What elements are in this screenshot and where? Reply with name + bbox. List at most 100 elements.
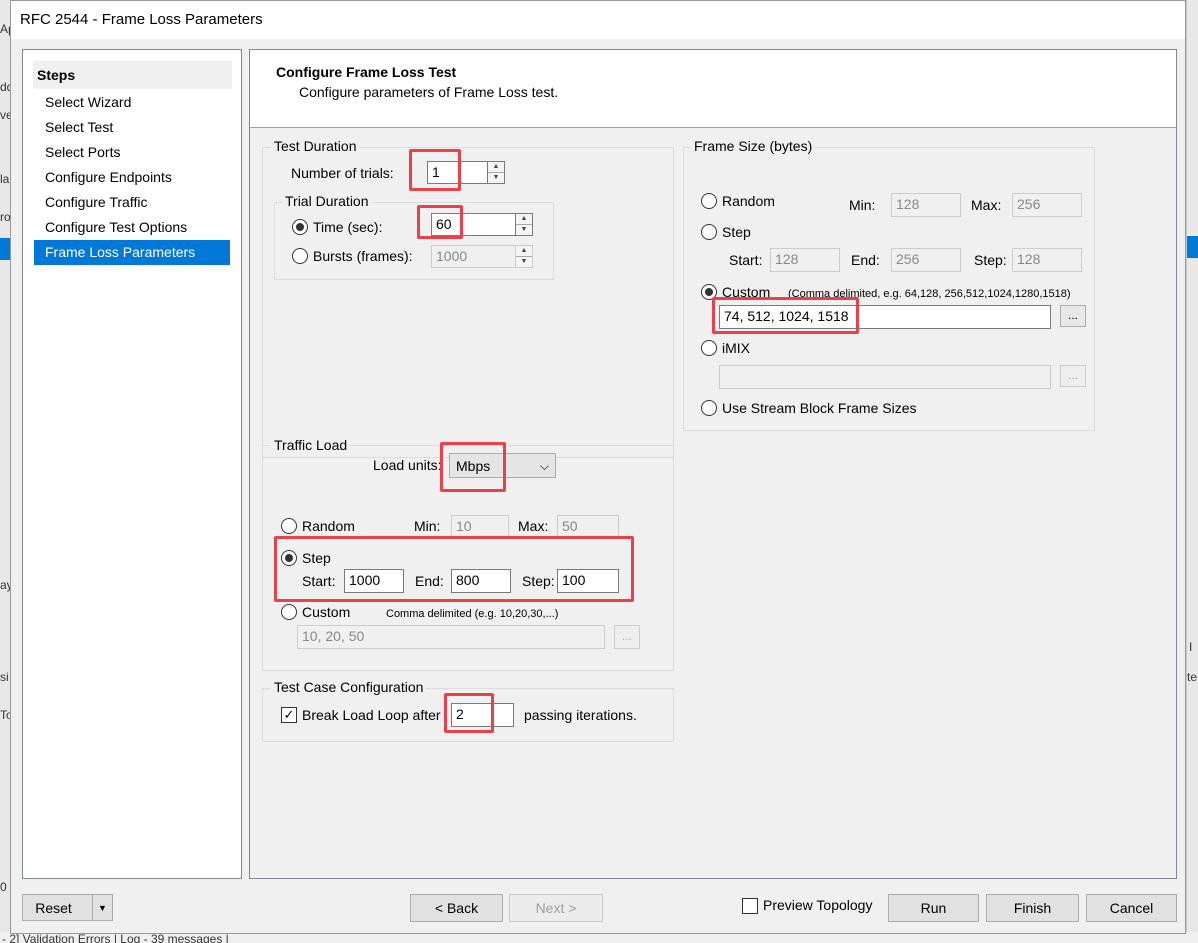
tl-random-label[interactable]: Random bbox=[302, 517, 355, 535]
units-value: Mbps bbox=[456, 458, 491, 474]
tl-step-radio[interactable] bbox=[281, 550, 297, 566]
bursts-input[interactable]: 1000 bbox=[431, 245, 519, 268]
tl-step-label[interactable]: Step bbox=[302, 549, 331, 567]
step-item[interactable]: Configure Endpoints bbox=[34, 165, 230, 190]
fs-stream-radio[interactable] bbox=[701, 400, 717, 416]
bursts-spinner[interactable]: ▲ ▼ bbox=[515, 245, 533, 268]
preview-topology-label[interactable]: Preview Topology bbox=[763, 896, 872, 914]
frame-size-label: Frame Size (bytes) bbox=[691, 138, 816, 154]
chevron-down-icon: ⌵ bbox=[539, 459, 549, 473]
fs-max-input[interactable]: 256 bbox=[1012, 193, 1082, 217]
tl-min-label: Min: bbox=[414, 518, 441, 534]
time-spinner[interactable]: ▲ ▼ bbox=[515, 213, 533, 236]
fs-custom-radio[interactable] bbox=[701, 284, 717, 300]
spin-down-icon[interactable]: ▼ bbox=[488, 173, 504, 184]
back-button[interactable]: < Back bbox=[410, 894, 503, 922]
spin-down-icon[interactable]: ▼ bbox=[516, 225, 532, 236]
trials-input[interactable]: 1 bbox=[427, 161, 489, 184]
preview-topology-checkbox[interactable] bbox=[742, 898, 758, 914]
step-item[interactable]: Select Ports bbox=[34, 140, 230, 165]
fs-start-input[interactable]: 128 bbox=[770, 248, 840, 272]
title-bar[interactable]: RFC 2544 - Frame Loss Parameters bbox=[11, 1, 1185, 39]
dialog-window: RFC 2544 - Frame Loss Parameters Steps S… bbox=[10, 0, 1186, 934]
steps-heading: Steps bbox=[33, 61, 232, 89]
fs-end-input[interactable]: 256 bbox=[891, 248, 961, 272]
reset-button[interactable]: Reset bbox=[22, 894, 92, 921]
fs-random-radio[interactable] bbox=[701, 193, 717, 209]
tl-max-label: Max: bbox=[518, 518, 549, 534]
window-title: RFC 2544 - Frame Loss Parameters bbox=[20, 11, 263, 28]
spin-up-icon[interactable]: ▲ bbox=[516, 214, 532, 225]
time-radio[interactable] bbox=[292, 219, 308, 235]
fs-imix-input[interactable] bbox=[719, 365, 1051, 389]
cancel-button[interactable]: Cancel bbox=[1086, 894, 1177, 922]
units-select[interactable]: Mbps ⌵ bbox=[449, 453, 556, 478]
reset-dropdown-button[interactable]: ▼ bbox=[92, 894, 113, 921]
back-label: < Back bbox=[434, 900, 479, 916]
tl-custom-radio[interactable] bbox=[281, 604, 297, 620]
break-loop-checkbox[interactable]: ✓ bbox=[281, 707, 297, 723]
fs-custom-hint: (Comma delimited, e.g. 64,128, 256,512,1… bbox=[788, 288, 1071, 300]
fs-imix-radio[interactable] bbox=[701, 340, 717, 356]
run-label: Run bbox=[920, 900, 947, 916]
tl-custom-browse-button[interactable]: ... bbox=[614, 625, 640, 649]
run-button[interactable]: Run bbox=[888, 894, 979, 922]
cancel-label: Cancel bbox=[1109, 900, 1154, 916]
step-item[interactable]: Configure Test Options bbox=[34, 215, 230, 240]
tl-custom-hint: Comma delimited (e.g. 10,20,30,...) bbox=[386, 608, 559, 620]
next-button[interactable]: Next > bbox=[509, 894, 603, 922]
spin-up-icon[interactable]: ▲ bbox=[488, 162, 504, 173]
fs-stepsize-input[interactable]: 128 bbox=[1012, 248, 1082, 272]
fs-step-label[interactable]: Step bbox=[722, 223, 751, 241]
spin-down-icon[interactable]: ▼ bbox=[516, 257, 532, 268]
step-item[interactable]: Select Wizard bbox=[34, 90, 230, 115]
trials-label: Number of trials: bbox=[291, 165, 394, 181]
test-case-label: Test Case Configuration bbox=[271, 679, 427, 695]
fs-custom-label[interactable]: Custom bbox=[722, 283, 770, 301]
bg-frag: 0 bbox=[0, 880, 7, 894]
tl-stepsize-label: Step: bbox=[522, 573, 555, 589]
finish-label: Finish bbox=[1013, 900, 1052, 916]
time-label[interactable]: Time (sec): bbox=[313, 218, 382, 236]
bg-frag: la bbox=[0, 172, 10, 186]
finish-button[interactable]: Finish bbox=[986, 894, 1079, 922]
fs-imix-label[interactable]: iMIX bbox=[722, 339, 750, 357]
bursts-label[interactable]: Bursts (frames): bbox=[313, 247, 413, 265]
spin-up-icon[interactable]: ▲ bbox=[516, 246, 532, 257]
test-duration-label: Test Duration bbox=[271, 138, 360, 154]
page-title: Configure Frame Loss Test bbox=[276, 64, 457, 80]
break-loop-label[interactable]: Break Load Loop after bbox=[302, 706, 441, 724]
fs-stream-label[interactable]: Use Stream Block Frame Sizes bbox=[722, 399, 917, 417]
trials-spinner[interactable]: ▲ ▼ bbox=[487, 161, 505, 184]
fs-min-input[interactable]: 128 bbox=[891, 193, 961, 217]
bg-frag: si bbox=[0, 670, 9, 684]
tl-random-radio[interactable] bbox=[281, 518, 297, 534]
bursts-radio[interactable] bbox=[292, 248, 308, 264]
fs-start-label: Start: bbox=[729, 252, 763, 268]
fs-custom-browse-button[interactable]: ... bbox=[1060, 305, 1086, 327]
tl-end-input[interactable]: 800 bbox=[451, 569, 511, 593]
step-item[interactable]: Frame Loss Parameters bbox=[34, 240, 230, 265]
fs-max-label: Max: bbox=[971, 197, 1002, 213]
trial-duration-label: Trial Duration bbox=[282, 193, 372, 209]
tl-custom-label[interactable]: Custom bbox=[302, 603, 350, 621]
fs-step-radio[interactable] bbox=[701, 224, 717, 240]
fs-end-label: End: bbox=[851, 252, 880, 268]
step-item[interactable]: Configure Traffic bbox=[34, 190, 230, 215]
tl-max-input[interactable]: 50 bbox=[557, 515, 619, 538]
tl-custom-input[interactable]: 10, 20, 50 bbox=[297, 625, 605, 649]
fs-min-label: Min: bbox=[849, 197, 876, 213]
step-item[interactable]: Select Test bbox=[34, 115, 230, 140]
fs-random-label[interactable]: Random bbox=[722, 192, 775, 210]
tl-start-input[interactable]: 1000 bbox=[344, 569, 404, 593]
fs-custom-input[interactable]: 74, 512, 1024, 1518 bbox=[719, 305, 1051, 329]
tl-stepsize-input[interactable]: 100 bbox=[557, 569, 619, 593]
tl-min-input[interactable]: 10 bbox=[451, 515, 509, 538]
bg-frag: te bbox=[1187, 670, 1198, 684]
tl-start-label: Start: bbox=[302, 573, 336, 589]
time-input[interactable]: 60 bbox=[431, 213, 519, 236]
tl-end-label: End: bbox=[415, 573, 444, 589]
fs-imix-browse-button[interactable]: ... bbox=[1060, 365, 1086, 387]
bg-frag: I bbox=[1189, 640, 1193, 654]
break-loop-input[interactable]: 2 bbox=[451, 703, 514, 727]
